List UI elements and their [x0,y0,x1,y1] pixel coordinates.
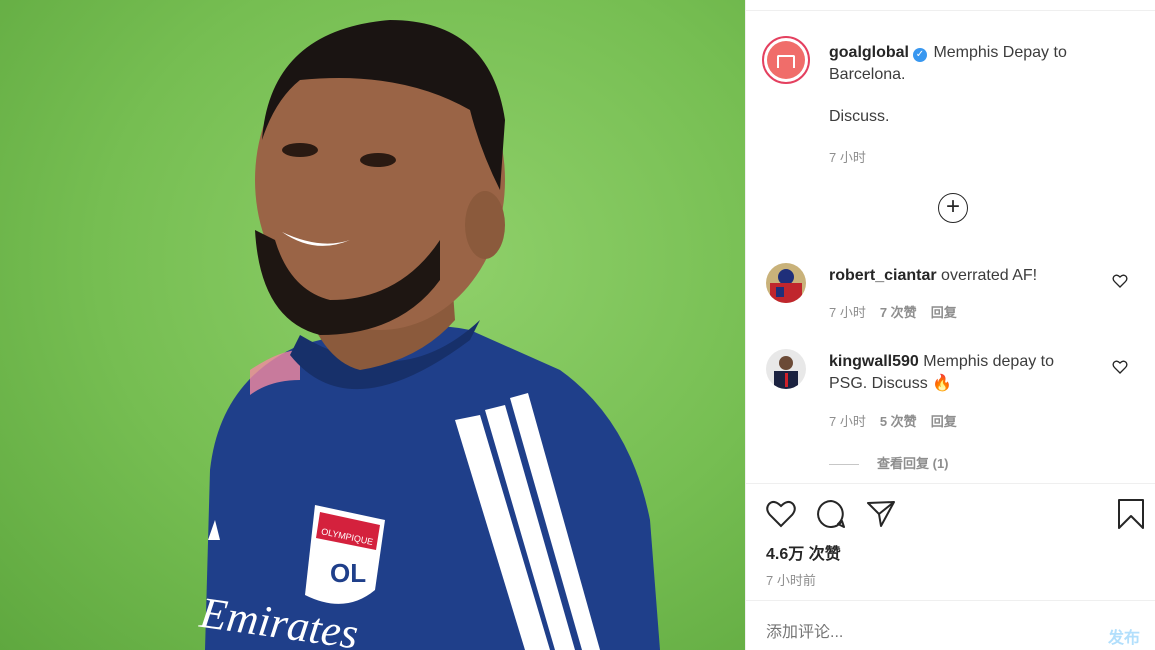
author-avatar[interactable] [762,36,810,84]
author-avatar-image [767,41,805,79]
paper-plane-icon [867,501,895,527]
comment-button[interactable] [815,498,847,530]
comment-time[interactable]: 7 小时 [829,305,866,320]
caption-line-3: Discuss. [829,108,890,125]
comment-like-button[interactable] [1112,273,1128,289]
small-heart-icon [1112,360,1128,374]
goal-logo-icon [777,55,795,68]
post-timestamp[interactable]: 7 小时前 [766,570,816,589]
post-photo[interactable]: OLYMPIQUE OL Emirates [0,0,745,650]
comment-text: robert_ciantar overrated AF! [829,265,1084,287]
commenter-avatar-image [766,263,806,303]
comment-reply-button[interactable]: 回复 [931,305,957,320]
fire-emoji-icon: 🔥 [932,375,953,392]
caption-time[interactable]: 7 小时 [829,147,866,166]
badge-letter: OL [330,558,366,588]
comment-reply-button[interactable]: 回复 [931,414,957,429]
comment-time[interactable]: 7 小时 [829,414,866,429]
comment-username[interactable]: kingwall590 [829,353,919,370]
view-replies-label: 查看回复 (1) [877,456,949,471]
actions-divider [746,483,1155,484]
small-heart-icon [1112,274,1128,288]
comment-body-line-1: Memphis depay to [923,353,1055,370]
like-button[interactable] [765,498,797,530]
commenter-avatar[interactable] [766,263,806,303]
save-button[interactable] [1115,498,1147,530]
load-more-comments-button[interactable]: + [938,193,968,223]
add-comment-input[interactable] [766,624,1026,642]
right-eye [360,153,396,167]
share-button[interactable] [865,498,897,530]
comment-text: kingwall590 Memphis depay to PSG. Discus… [829,351,1084,395]
comment-meta: 7 小时 5 次赞 回复 [829,411,971,430]
bookmark-icon [1118,499,1144,529]
comment-username[interactable]: robert_ciantar [829,267,937,284]
comment-meta: 7 小时 7 次赞 回复 [829,302,971,321]
post-detail-panel: goalglobal ✓ Memphis Depay to Barcelona. … [745,0,1155,650]
plus-circle-icon: + [945,193,960,220]
comment-bubble-icon [817,500,845,528]
ear-shape [465,191,505,259]
comment-body: overrated AF! [941,267,1038,284]
verified-badge-icon: ✓ [913,48,927,62]
caption-line-1: Memphis Depay to [933,44,1067,61]
comment-box-divider [746,600,1155,601]
post-comment-button[interactable]: 发布 [1108,624,1140,648]
likes-count[interactable]: 4.6万 次赞 [766,540,841,564]
left-eye [282,143,318,157]
author-username[interactable]: goalglobal [829,44,909,61]
comment-like-button[interactable] [1112,359,1128,375]
player-photo: OLYMPIQUE OL Emirates [196,20,660,650]
top-divider [746,10,1155,11]
caption-text: goalglobal ✓ Memphis Depay to Barcelona. [829,42,1129,86]
commenter-avatar[interactable] [766,349,806,389]
commenter-avatar-image [766,349,806,389]
caption-line-2: Barcelona. [829,66,906,83]
comment-likes[interactable]: 7 次赞 [880,305,917,320]
post-actions-bar [746,498,1155,532]
comment-body-line-2: PSG. Discuss [829,375,928,392]
comment-likes[interactable]: 5 次赞 [880,414,917,429]
view-replies-button[interactable]: 查看回复 (1) [829,453,949,472]
heart-icon [766,500,796,528]
replies-line [829,464,859,466]
